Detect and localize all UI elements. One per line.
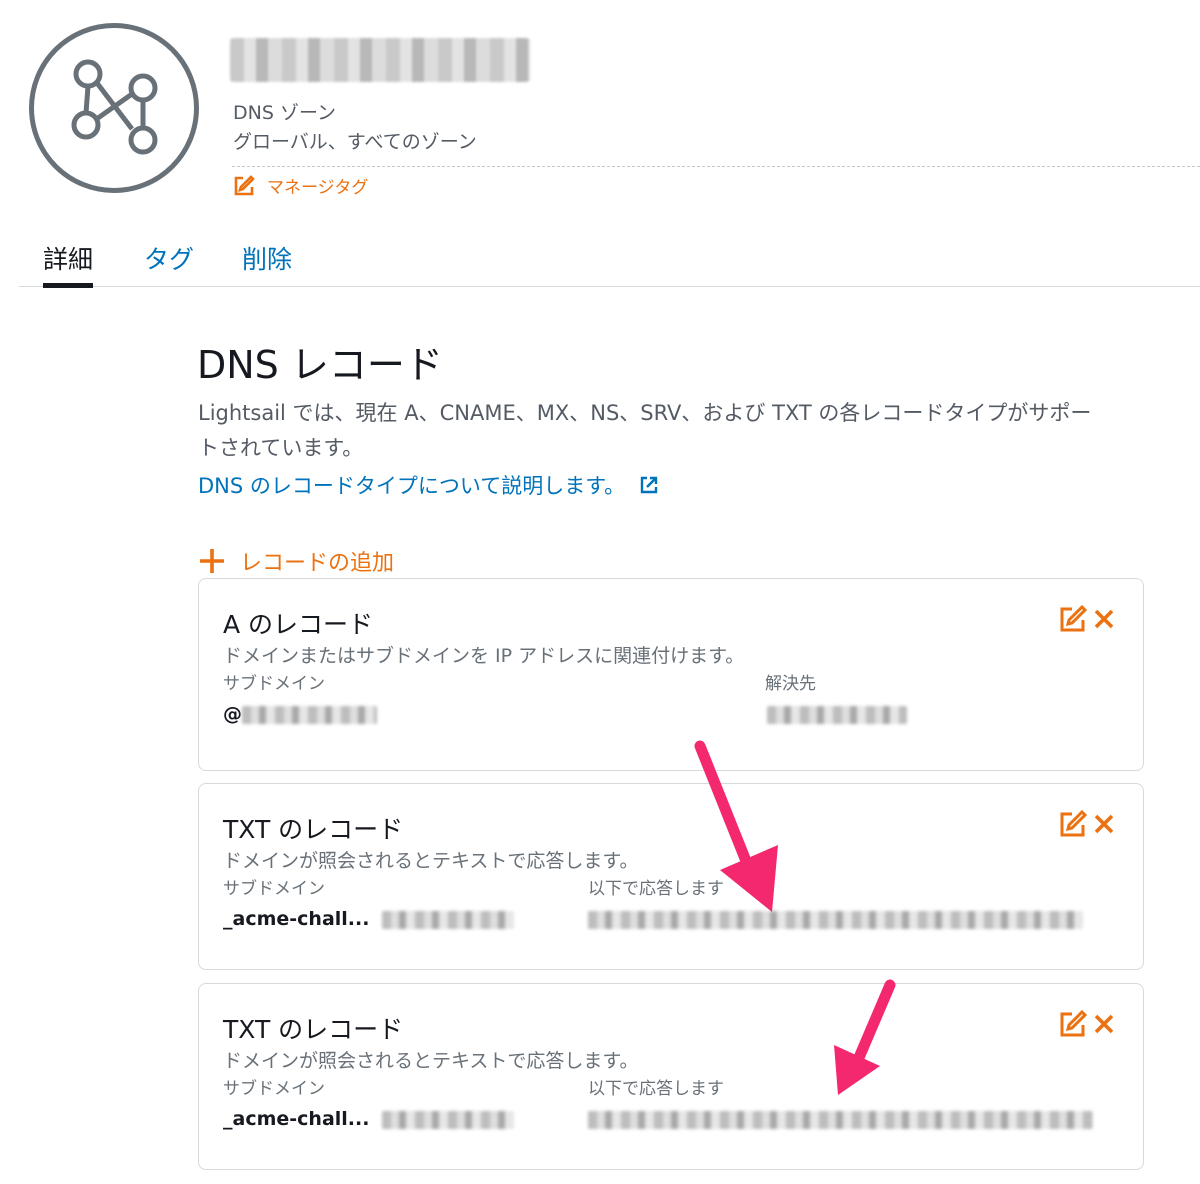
edit-record-icon[interactable] [1059,605,1087,633]
record-card-txt-1: TXT のレコード ドメインが照会されるとテキストで応答します。 サブドメイン … [198,783,1144,970]
delete-record-icon[interactable] [1093,1013,1115,1035]
learn-record-types-link[interactable]: DNS のレコードタイプについて説明します。 [198,470,659,500]
manage-tags-label: マネージタグ [267,178,369,198]
plus-icon [200,549,224,573]
record-card-a: A のレコード ドメインまたはサブドメインを IP アドレスに関連付けます。 サ… [198,578,1144,771]
tab-tags[interactable]: タグ [144,240,194,276]
manage-tags-link[interactable]: マネージタグ [233,173,368,198]
tab-tags-label: タグ [144,245,195,274]
subdomain-label: サブドメイン [223,674,325,694]
edit-record-icon[interactable] [1059,1010,1087,1038]
subdomain-value: _acme-chall... [223,1108,515,1130]
subdomain-value: _acme-chall... [223,908,515,930]
zone-name-redacted [230,38,530,82]
tab-delete-label: 削除 [242,245,293,274]
record-title: A のレコード [223,610,374,639]
record-description: ドメインが照会されるとテキストで応答します。 [223,850,639,872]
redacted-txt-value [588,910,1083,929]
learn-record-types-label: DNS のレコードタイプについて説明します。 [198,474,626,498]
responds-with-label: 以下で応答します [588,879,724,899]
redacted-domain [382,910,515,929]
subdomain-label: サブドメイン [223,879,325,899]
resolves-to-value [767,703,907,725]
subdomain-prefix: @ [223,703,242,725]
record-title: TXT のレコード [223,1015,404,1044]
record-actions [1059,1010,1115,1038]
edit-icon [234,174,255,195]
dns-zone-icon [29,23,199,193]
record-actions [1059,810,1115,838]
add-record-button[interactable]: レコードの追加 [198,545,394,577]
tab-details-label: 詳細 [43,245,94,274]
record-actions [1059,605,1115,633]
resolves-to-label: 解決先 [765,674,816,694]
external-link-icon [640,476,658,494]
subdomain-value: @ [223,703,377,725]
tab-details[interactable]: 詳細 [43,240,94,288]
responds-with-label: 以下で応答します [588,1079,724,1099]
zone-scope-label: グローバル、すべてのゾーン [233,131,477,153]
edit-record-icon[interactable] [1059,810,1087,838]
section-description: Lightsail では、現在 A、CNAME、MX、NS、SRV、および TX… [198,401,1092,460]
responds-with-value [588,908,1083,930]
record-title: TXT のレコード [223,815,404,844]
record-card-txt-2: TXT のレコード ドメインが照会されるとテキストで応答します。 サブドメイン … [198,983,1144,1170]
header-divider [232,166,1200,167]
redacted-txt-value [588,1110,1093,1129]
delete-record-icon[interactable] [1093,813,1115,835]
subdomain-label: サブドメイン [223,1079,325,1099]
subdomain-prefix: _acme-chall... [223,908,370,930]
subdomain-prefix: _acme-chall... [223,1108,370,1130]
add-record-label: レコードの追加 [240,551,395,576]
responds-with-value [588,1108,1093,1130]
redacted-domain [382,1110,515,1129]
active-tab-indicator [43,283,94,288]
record-description: ドメインが照会されるとテキストで応答します。 [223,1050,639,1072]
tab-bar: 詳細 タグ 削除 [19,236,1200,288]
tab-delete[interactable]: 削除 [242,240,292,276]
page-title: DNS レコード [197,343,443,387]
zone-type-label: DNS ゾーン [233,102,336,124]
redacted-ip [767,705,907,724]
record-description: ドメインまたはサブドメインを IP アドレスに関連付けます。 [223,645,745,667]
delete-record-icon[interactable] [1093,608,1115,630]
redacted-domain [242,705,377,724]
